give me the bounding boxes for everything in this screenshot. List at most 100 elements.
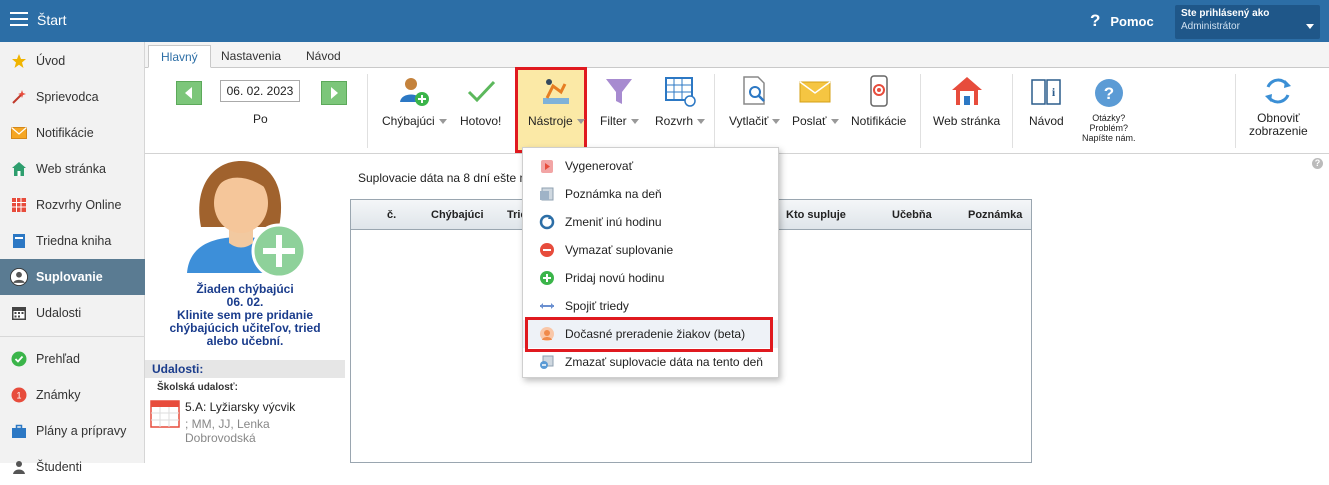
prev-day-button[interactable] — [176, 81, 202, 105]
top-bar: Štart ? Pomoc Ste prihlásený ako Adminis… — [0, 0, 1329, 42]
tab-hlavny[interactable]: Hlavný — [148, 45, 211, 68]
sidebar-item-uvod[interactable]: Úvod — [0, 43, 145, 79]
filter-button[interactable]: Filter — [600, 74, 639, 128]
sidebar-item-plany[interactable]: Plány a prípravy — [0, 413, 145, 449]
sidebar-item-udalosti[interactable]: Udalosti — [0, 295, 145, 331]
sidebar-item-label: Známky — [36, 388, 81, 402]
sidebar-item-rozvrhy[interactable]: Rozvrhy Online — [0, 187, 145, 223]
menu-item-spojit[interactable]: Spojiť triedy — [523, 292, 778, 320]
delete-icon — [539, 242, 555, 258]
column-header[interactable]: Poznámka — [968, 209, 1022, 221]
teacher-avatar-icon — [187, 161, 307, 277]
column-header[interactable]: Učebňa — [892, 209, 932, 221]
menu-item-label: Vymazať suplovanie — [565, 243, 674, 257]
tab-navod[interactable]: Návod — [294, 45, 353, 68]
event-title: 5.A: Lyžiarsky výcvik — [185, 400, 296, 414]
vytlacit-button[interactable]: Vytlačiť — [729, 74, 781, 128]
chybajuci-button[interactable]: Chýbajúci — [382, 74, 447, 128]
hotovo-button[interactable]: Hotovo! — [460, 74, 501, 128]
help-label: Pomoc — [1110, 13, 1154, 29]
nastroje-button[interactable]: Nástroje — [528, 74, 585, 128]
obnovit-line2: zobrazenie — [1249, 124, 1308, 138]
sidebar-item-znamky[interactable]: 1 Známky — [0, 377, 145, 413]
menu-item-poznamka[interactable]: Poznámka na deň — [523, 180, 778, 208]
obnovit-button[interactable]: Obnoviť zobrazenie — [1249, 74, 1308, 138]
no-absent-message[interactable]: Žiaden chýbajúci 06. 02. Klinite sem pre… — [145, 283, 345, 348]
absent-panel[interactable]: Žiaden chýbajúci 06. 02. Klinite sem pre… — [145, 155, 345, 463]
column-header[interactable]: Kto supluje — [786, 209, 846, 221]
column-header[interactable]: č. — [387, 209, 396, 221]
check-circle-icon — [10, 350, 28, 368]
chevron-down-icon — [576, 118, 585, 124]
help-icon[interactable]: ? — [1312, 158, 1323, 169]
add-person-icon — [397, 74, 431, 108]
person-icon — [10, 268, 28, 286]
toolbar-divider — [1235, 74, 1236, 148]
otazky-line3: Napíšte nám. — [1082, 133, 1136, 143]
sidebar-item-label: Plány a prípravy — [36, 424, 127, 438]
menu-item-pridaj[interactable]: Pridaj novú hodinu — [523, 264, 778, 292]
otazky-line2: Problém? — [1089, 123, 1129, 133]
sidebar-item-suplovanie[interactable]: Suplovanie — [0, 259, 145, 295]
chevron-down-icon — [772, 118, 781, 124]
merge-icon — [539, 298, 555, 314]
menu-item-zmazat-data[interactable]: Zmazať suplovacie dáta na tento deň — [523, 348, 778, 376]
briefcase-icon — [10, 422, 28, 440]
sidebar-item-label: Udalosti — [36, 306, 82, 320]
nastroje-label: Nástroje — [528, 114, 573, 128]
toolbar-divider — [1012, 74, 1013, 148]
menu-icon[interactable] — [10, 12, 28, 26]
menu-item-label: Spojiť triedy — [565, 299, 629, 313]
refresh-icon — [1261, 74, 1295, 108]
menu-item-docasne-preradenie[interactable]: Dočasné preradenie žiakov (beta) — [523, 320, 778, 348]
toolbar-divider — [920, 74, 921, 148]
event-meta: ; MM, JJ, Lenka Dobrovodská — [185, 417, 270, 445]
sidebar-item-triedna-kniha[interactable]: Triedna kniha — [0, 223, 145, 259]
day-of-week: Po — [253, 112, 268, 126]
sidebar-item-sprievodca[interactable]: Sprievodca — [0, 79, 145, 115]
reassign-icon — [539, 326, 555, 342]
students-icon — [10, 458, 28, 476]
navod-button[interactable]: i Návod — [1029, 74, 1064, 128]
sidebar-item-label: Notifikácie — [36, 126, 94, 140]
menu-item-vymazat[interactable]: Vymazať suplovanie — [523, 236, 778, 264]
sidebar-item-label: Prehľad — [36, 352, 80, 366]
otazky-button[interactable]: ? Otázky? Problém? Napíšte nám. — [1082, 76, 1136, 143]
timetable-icon — [663, 74, 697, 108]
menu-item-label: Vygenerovať — [565, 159, 634, 173]
date-field[interactable] — [220, 80, 300, 102]
house-icon — [950, 74, 984, 108]
no-absent-line: alebo učební. — [206, 334, 284, 348]
sidebar-item-notifikacie[interactable]: Notifikácie — [0, 115, 145, 151]
user-menu[interactable]: Ste prihlásený ako Administrátor — [1175, 5, 1320, 39]
tab-nastavenia[interactable]: Nastavenia — [209, 45, 293, 68]
nastroje-dropdown-menu: Vygenerovať Poznámka na deň Zmeniť inú h… — [522, 147, 779, 378]
chevron-down-icon — [1306, 24, 1314, 29]
swap-icon — [539, 214, 555, 230]
navod-label: Návod — [1029, 114, 1064, 128]
help-icon: ? — [1090, 11, 1101, 30]
menu-item-vygenerovat[interactable]: Vygenerovať — [523, 152, 778, 180]
menu-item-zmenit[interactable]: Zmeniť inú hodinu — [523, 208, 778, 236]
sidebar-item-label: Triedna kniha — [36, 234, 112, 248]
toolbar-divider — [367, 74, 368, 148]
phone-icon — [862, 74, 896, 108]
notifikacie-button[interactable]: Notifikácie — [851, 74, 906, 128]
next-day-button[interactable] — [321, 81, 347, 105]
sidebar-item-studenti[interactable]: Študenti — [0, 449, 145, 485]
sidebar-item-web[interactable]: Web stránka — [0, 151, 145, 187]
poslat-button[interactable]: Poslať — [792, 74, 839, 128]
manual-icon: i — [1029, 74, 1063, 108]
rozvrh-button[interactable]: Rozvrh — [655, 74, 706, 128]
event-item[interactable]: 5.A: Lyžiarsky výcvik ; MM, JJ, Lenka Do… — [150, 398, 345, 448]
toolbar: Po Chýbajúci Hotovo! Nástroje Filter Roz… — [145, 67, 1329, 154]
events-subheading: Školská udalosť: — [157, 382, 238, 393]
web-stranka-button[interactable]: Web stránka — [933, 74, 1000, 128]
column-header[interactable]: Chýbajúci — [431, 209, 484, 221]
menu-item-label: Dočasné preradenie žiakov (beta) — [565, 327, 746, 341]
sidebar-item-prehlad[interactable]: Prehľad — [0, 341, 145, 377]
help-button[interactable]: ? Pomoc — [1090, 11, 1154, 31]
sidebar-divider — [0, 336, 145, 337]
otazky-line1: Otázky? — [1092, 113, 1126, 123]
sidebar: Úvod Sprievodca Notifikácie Web stránka … — [0, 42, 145, 474]
